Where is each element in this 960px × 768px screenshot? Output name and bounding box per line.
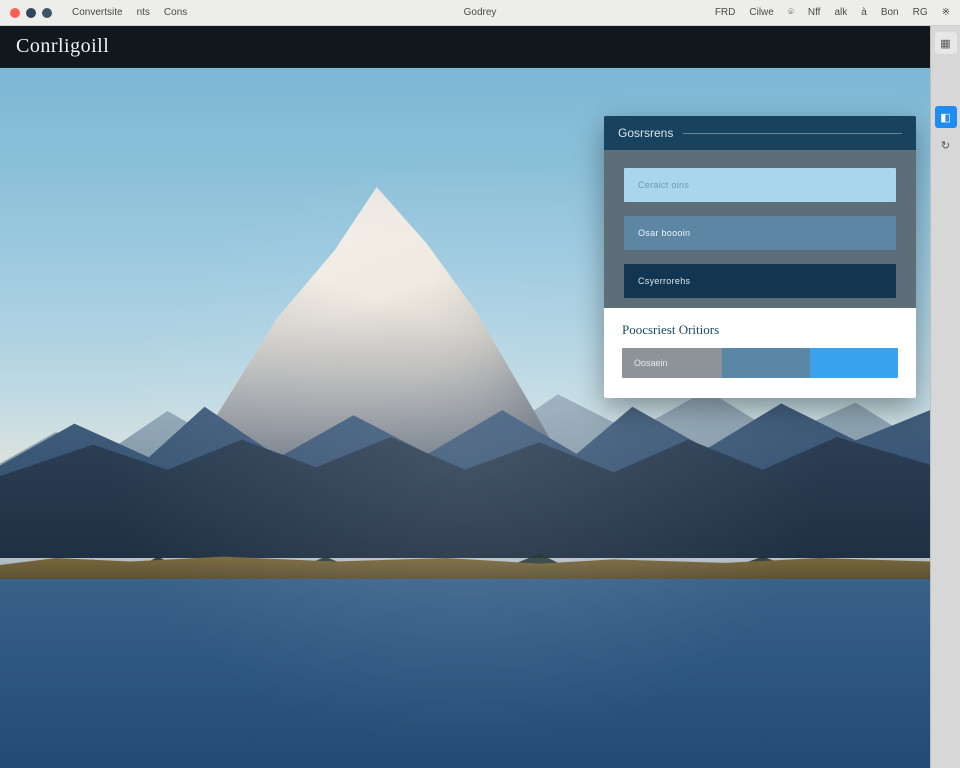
menu-right-8[interactable]: ※ (942, 7, 950, 18)
right-tool-rail: ▦ ◧ ↻ (930, 26, 960, 768)
option-steelblue[interactable] (722, 348, 810, 378)
swatch-dark-blue[interactable]: Csyerrorehs (624, 264, 896, 298)
option-grey[interactable]: Oosaein (622, 348, 722, 378)
swatch-mid-blue[interactable]: Osar boooin (624, 216, 896, 250)
close-window-icon[interactable] (10, 8, 20, 18)
menu-right-0[interactable]: FRD (715, 7, 736, 18)
menu-right-6[interactable]: Bon (881, 7, 899, 18)
swatch-label: Csyerrorehs (638, 276, 690, 286)
option-skyblue[interactable] (810, 348, 898, 378)
menu-right-3[interactable]: Nff (808, 7, 821, 18)
lake-water (0, 579, 930, 768)
option-label: Oosaein (634, 358, 668, 368)
menu-item-2[interactable]: Cons (164, 7, 187, 18)
menu-right-1[interactable]: Cilwe (749, 7, 773, 18)
menubar-center-title: Godrey (464, 7, 497, 18)
options-subtitle: Poocsriest Oritiors (622, 322, 898, 338)
swatch-list: Ceraict oins Osar boooin Csyerrorehs (604, 150, 916, 308)
menu-right-5[interactable]: à (861, 7, 867, 18)
zoom-window-icon[interactable] (42, 8, 52, 18)
minimize-window-icon[interactable] (26, 8, 36, 18)
swatch-label: Ceraict oins (638, 180, 689, 190)
panel-options-section: Poocsriest Oritiors Oosaein (604, 308, 916, 398)
header-rule (683, 133, 902, 134)
app-window: Conrligoill Gosrsrens Ceraict oins (0, 26, 960, 768)
os-menubar: Convertsite nts Cons Godrey FRD Cilwe ⌾ … (0, 0, 960, 26)
gradients-panel[interactable]: Gosrsrens Ceraict oins Osar boooin Csyer… (604, 116, 916, 398)
app-titlebar: Conrligoill (0, 26, 930, 68)
grid-icon[interactable]: ▦ (935, 32, 957, 54)
gradients-panel-header[interactable]: Gosrsrens (604, 116, 916, 150)
palette-icon[interactable]: ◧ (935, 106, 957, 128)
window-traffic-lights (10, 8, 52, 18)
swatch-label: Osar boooin (638, 228, 690, 238)
menu-item-1[interactable]: nts (137, 7, 150, 18)
app-title: Conrligoill (16, 35, 109, 58)
menu-item-0[interactable]: Convertsite (72, 7, 123, 18)
history-icon[interactable]: ↻ (935, 134, 957, 156)
options-segmented-control[interactable]: Oosaein (622, 348, 898, 378)
menu-right-7[interactable]: RG (913, 7, 928, 18)
swatch-light-blue[interactable]: Ceraict oins (624, 168, 896, 202)
gradients-panel-title: Gosrsrens (618, 126, 673, 140)
menu-right-4[interactable]: alk (834, 7, 847, 18)
menu-right-2[interactable]: ⌾ (788, 7, 794, 18)
